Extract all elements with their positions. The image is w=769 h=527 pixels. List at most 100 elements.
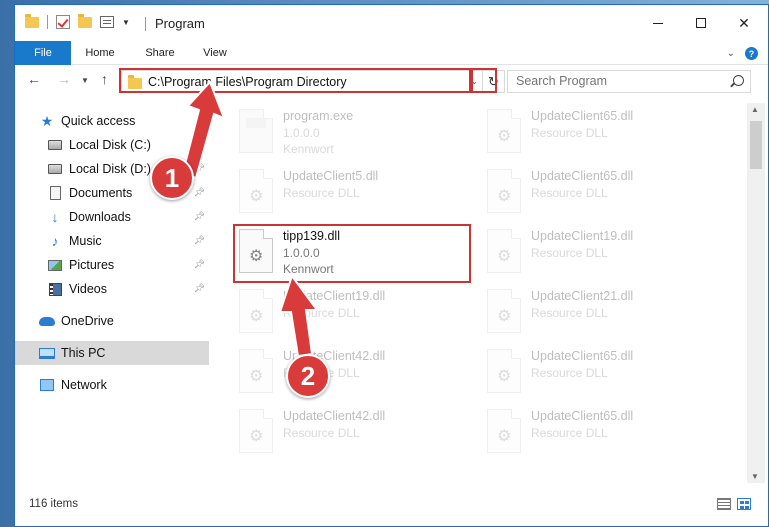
tab-file[interactable]: File <box>15 41 71 65</box>
sidebar-item-videos[interactable]: Videos 📌︎ <box>15 277 209 301</box>
sidebar-item-music[interactable]: ♪ Music 📌︎ <box>15 229 209 253</box>
documents-icon <box>47 186 63 200</box>
file-name: UpdateClient5.dll <box>283 169 379 183</box>
file-description: Resource DLL <box>283 426 360 440</box>
file-description: Resource DLL <box>531 246 608 260</box>
divider <box>47 15 48 29</box>
scroll-thumb[interactable] <box>750 121 762 169</box>
pin-icon[interactable]: 📌︎ <box>194 139 205 150</box>
close-button[interactable]: ✕ <box>721 5 767 41</box>
pin-icon[interactable]: 📌︎ <box>194 283 205 294</box>
dll-file-icon: ⚙ <box>239 169 273 213</box>
file-name: UpdateClient19.dll <box>531 229 634 243</box>
status-bar: 116 items <box>15 493 768 517</box>
scroll-down-icon[interactable]: ▼ <box>751 472 759 481</box>
file-name: UpdateClient65.dll <box>531 349 634 363</box>
details-view-icon[interactable] <box>717 498 731 510</box>
disk-icon <box>47 162 63 176</box>
file-tile[interactable]: ⚙ UpdateClient5.dll Resource DLL <box>225 165 455 223</box>
pin-icon[interactable]: 📌︎ <box>194 259 205 270</box>
sidebar-item-label: Downloads <box>69 210 131 224</box>
network-icon <box>39 378 55 392</box>
sidebar-item-downloads[interactable]: ↓ Downloads 📌︎ <box>15 205 209 229</box>
file-version: 1.0.0.0 <box>283 126 320 140</box>
file-tile[interactable]: ⚙ UpdateClient65.dll Resource DLL <box>473 345 703 403</box>
file-description: Resource DLL <box>531 426 608 440</box>
file-description: Resource DLL <box>283 186 360 200</box>
maximize-icon <box>696 18 706 28</box>
pin-icon[interactable]: 📌︎ <box>194 163 205 174</box>
expand-ribbon-icon[interactable]: ⌄ <box>727 48 735 59</box>
sidebar-item-label: Pictures <box>69 258 115 272</box>
file-tile[interactable]: ⚙ UpdateClient65.dll Resource DLL <box>473 105 703 163</box>
new-folder-icon[interactable] <box>78 13 92 28</box>
file-description: Resource DLL <box>531 126 608 140</box>
step-2-badge: 2 <box>286 354 330 398</box>
computer-icon <box>39 346 55 360</box>
file-name: UpdateClient42.dll <box>283 409 386 423</box>
sidebar-item-quick-access[interactable]: ★ Quick access <box>15 109 209 133</box>
sidebar-item-label: Videos <box>69 282 107 296</box>
file-tile[interactable]: ⚙ UpdateClient65.dll Resource DLL <box>473 165 703 223</box>
tab-home[interactable]: Home <box>79 41 121 65</box>
dll-file-icon: ⚙ <box>487 289 521 333</box>
vertical-scrollbar[interactable]: ▲ ▼ <box>747 103 765 483</box>
tab-view[interactable]: View <box>195 41 235 65</box>
download-icon: ↓ <box>51 209 59 225</box>
search-icon[interactable] <box>733 75 744 86</box>
sidebar-item-label: This PC <box>61 346 106 360</box>
sidebar-item-network[interactable]: Network <box>15 373 209 397</box>
dll-file-icon: ⚙ <box>487 229 521 273</box>
divider <box>145 17 146 31</box>
search-input[interactable] <box>516 74 716 88</box>
file-list: program.exe 1.0.0.0 Kennwort ⚙ UpdateCli… <box>225 103 747 483</box>
file-description: Resource DLL <box>283 306 360 320</box>
address-highlight-box <box>119 68 471 93</box>
back-arrow-icon[interactable]: ← <box>27 71 41 87</box>
tiles-view-icon[interactable] <box>737 498 751 510</box>
window-title: Program <box>155 16 205 31</box>
close-icon: ✕ <box>738 14 750 31</box>
search-box[interactable] <box>507 70 751 93</box>
pictures-icon <box>47 258 63 272</box>
file-tile[interactable]: ⚙ UpdateClient42.dll Resource DLL <box>225 405 455 463</box>
file-description: Resource DLL <box>531 306 608 320</box>
maximize-button[interactable] <box>678 5 724 41</box>
properties-check-icon[interactable] <box>56 15 70 29</box>
music-icon: ♪ <box>51 233 59 249</box>
pin-icon[interactable]: 📌︎ <box>194 235 205 246</box>
pin-icon[interactable]: 📌︎ <box>194 211 205 222</box>
sidebar-item-label: Local Disk (C:) <box>69 138 151 152</box>
file-name: UpdateClient65.dll <box>531 409 634 423</box>
file-name: UpdateClient19.dll <box>283 289 386 303</box>
file-name: UpdateClient65.dll <box>531 169 634 183</box>
file-name: UpdateClient65.dll <box>531 109 634 123</box>
sidebar-item-local-disk-c[interactable]: Local Disk (C:) 📌︎ <box>15 133 209 157</box>
up-arrow-icon[interactable]: ↑ <box>101 71 108 87</box>
recent-locations-dropdown-icon[interactable]: ▼ <box>81 76 89 85</box>
file-tile[interactable]: ⚙ UpdateClient19.dll Resource DLL <box>225 285 455 343</box>
sidebar-item-onedrive[interactable]: OneDrive <box>15 309 209 333</box>
sidebar-item-this-pc[interactable]: This PC <box>15 341 209 365</box>
videos-icon <box>47 282 63 296</box>
star-icon: ★ <box>40 112 54 129</box>
help-icon[interactable]: ? <box>745 47 758 60</box>
minimize-icon <box>653 22 663 24</box>
minimize-button[interactable] <box>635 5 681 41</box>
dll-file-icon: ⚙ <box>239 409 273 453</box>
folder-icon <box>25 13 39 28</box>
scroll-up-icon[interactable]: ▲ <box>751 105 759 114</box>
file-tile[interactable]: program.exe 1.0.0.0 Kennwort <box>225 105 455 163</box>
tab-share[interactable]: Share <box>139 41 181 65</box>
file-tile[interactable]: ⚙ UpdateClient21.dll Resource DLL <box>473 285 703 343</box>
pin-icon[interactable]: 📌︎ <box>194 187 205 198</box>
sidebar-item-label: Network <box>61 378 107 392</box>
customize-toolbar-dropdown-icon[interactable]: ▼ <box>122 18 130 27</box>
forward-arrow-icon[interactable]: → <box>57 71 71 87</box>
properties-icon[interactable] <box>100 16 114 28</box>
file-tile[interactable]: ⚙ UpdateClient19.dll Resource DLL <box>473 225 703 283</box>
sidebar-item-pictures[interactable]: Pictures 📌︎ <box>15 253 209 277</box>
file-tile[interactable]: ⚙ UpdateClient42.dll Resource DLL <box>225 345 455 403</box>
file-tile[interactable]: ⚙ UpdateClient65.dll Resource DLL <box>473 405 703 463</box>
file-company: Kennwort <box>283 142 334 156</box>
